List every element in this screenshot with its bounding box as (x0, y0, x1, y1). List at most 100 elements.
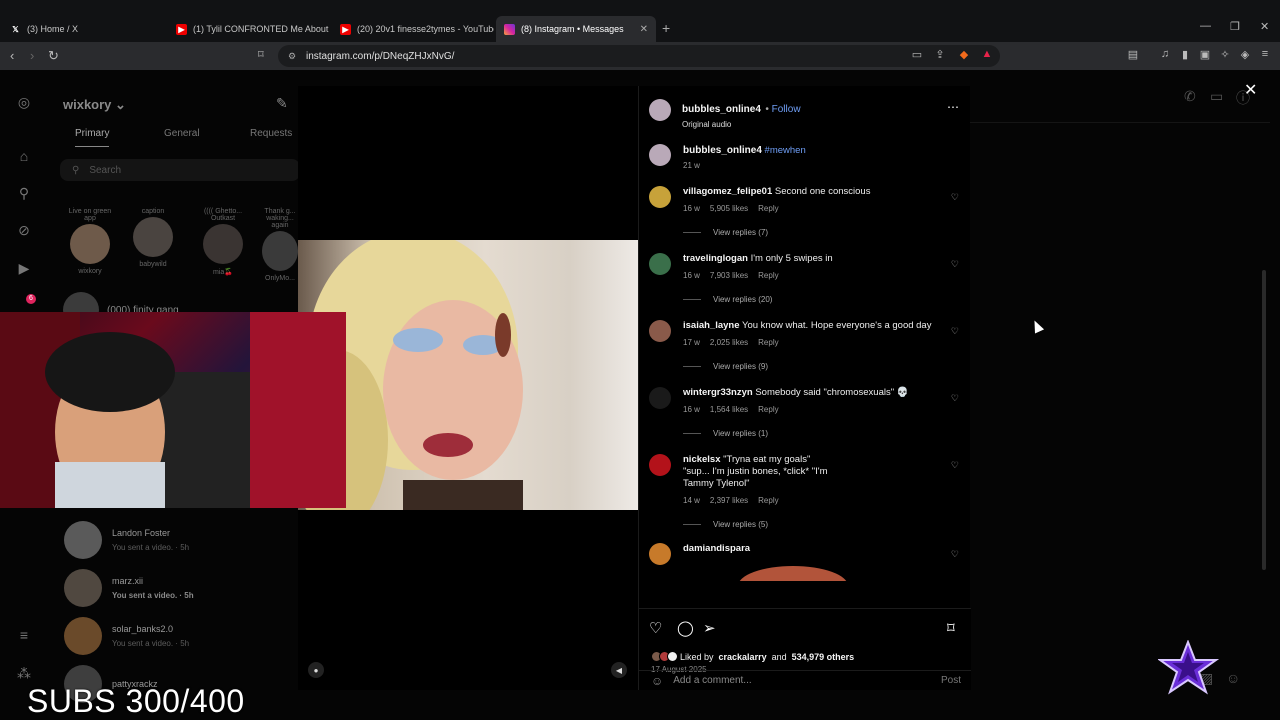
reply-button[interactable]: Reply (758, 337, 778, 349)
brave-rewards-icon[interactable]: ▲ (980, 48, 994, 62)
comment-author[interactable]: isaiah_layne (683, 320, 740, 331)
reply-button[interactable]: Reply (758, 270, 778, 282)
site-info-icon[interactable]: ⚙ (288, 51, 300, 62)
follow-button[interactable]: Follow (772, 104, 801, 115)
share-icon[interactable]: ⇪ (933, 48, 947, 62)
sidebar-icon[interactable]: ▮ (1178, 48, 1192, 62)
tab-instagram-messages[interactable]: (8) Instagram • Messages ✕ (496, 16, 656, 42)
comment-input[interactable]: Add a comment... (673, 675, 941, 686)
comment-author[interactable]: travelinglogan (683, 253, 748, 264)
reader-icon[interactable]: ▤ (1126, 48, 1140, 62)
brave-shield-icon[interactable]: ◆ (957, 48, 971, 62)
like-comment-icon[interactable]: ♡ (951, 393, 959, 404)
avatar[interactable] (649, 99, 671, 121)
more-options-icon[interactable]: ⋯ (947, 100, 959, 114)
liked-user[interactable]: crackalarry (719, 652, 767, 662)
note-item[interactable]: caption babywild (128, 208, 178, 268)
tab-general[interactable]: General (164, 128, 200, 139)
reply-button[interactable]: Reply (758, 203, 778, 215)
liked-others[interactable]: 534,979 others (792, 652, 855, 662)
liked-by[interactable]: Liked by crackalarry and 534,979 others (651, 651, 854, 662)
media-icon[interactable]: ♫ (1158, 48, 1172, 62)
also-from-meta-icon[interactable]: ⁂ (16, 665, 32, 681)
vpn-icon[interactable]: ◈ (1238, 48, 1252, 62)
note-item[interactable]: Thank g... waking... again OnlyMo... (260, 208, 300, 282)
close-tab-icon[interactable]: ✕ (634, 24, 648, 35)
like-icon[interactable]: ♡ (649, 619, 662, 637)
like-comment-icon[interactable]: ♡ (951, 326, 959, 337)
save-icon[interactable]: ⌑ (947, 619, 955, 637)
emoji-icon[interactable]: ☺ (651, 674, 663, 688)
home-icon[interactable]: ⌂ (16, 148, 32, 164)
reply-button[interactable]: Reply (758, 495, 778, 507)
instagram-logo-icon[interactable]: ◎ (16, 94, 32, 110)
post-comment-button[interactable]: Post (941, 675, 961, 686)
comment-likes[interactable]: 2,025 likes (710, 337, 748, 349)
view-replies-button[interactable]: View replies (5) (683, 520, 768, 529)
new-message-icon[interactable]: ✎ (276, 95, 288, 112)
avatar[interactable] (649, 186, 671, 208)
avatar[interactable] (649, 320, 671, 342)
comment-author[interactable]: damiandispara (683, 543, 750, 554)
comment-likes[interactable]: 1,564 likes (710, 404, 748, 416)
conversation-item[interactable]: solar_banks2.0 You sent a video. · 5h (64, 616, 300, 656)
note-item[interactable]: Live on green app wixkory (65, 208, 115, 275)
tab-youtube-finesse[interactable]: ▶ (20) 20v1 finesse2tymes - YouTube (332, 16, 494, 42)
view-replies-button[interactable]: View replies (9) (683, 362, 768, 371)
forward-icon[interactable]: › (30, 48, 34, 63)
new-tab-button[interactable]: + (662, 20, 670, 36)
conversation-item[interactable]: marz.xii You sent a video. · 5h (64, 568, 300, 608)
minimize-icon[interactable]: — (1200, 20, 1211, 32)
sticker-icon[interactable]: ☺ (1226, 670, 1240, 686)
cast-icon[interactable]: ▭ (910, 48, 924, 62)
like-comment-icon[interactable]: ♡ (951, 549, 959, 560)
search-input[interactable]: ⚲ Search (60, 159, 300, 181)
tab-x-home[interactable]: 𝕏 (3) Home / X (2, 16, 170, 42)
view-replies-button[interactable]: View replies (1) (683, 429, 768, 438)
tab-requests[interactable]: Requests (250, 128, 292, 139)
explore-icon[interactable]: ⊘ (16, 222, 32, 238)
comment-author[interactable]: villagomez_felipe01 (683, 186, 772, 197)
bookmark-icon[interactable]: ⌑ (258, 48, 264, 61)
comment-author[interactable]: wintergr33nzyn (683, 387, 753, 398)
note-item[interactable]: (((( Ghetto... Outkast mia🍒 (198, 208, 248, 276)
comment-author[interactable]: nickelsx (683, 454, 721, 465)
account-switcher[interactable]: wixkory ⌄ (63, 97, 126, 113)
audio-link[interactable]: Original audio (682, 120, 801, 129)
view-replies-button[interactable]: View replies (7) (683, 228, 768, 237)
back-icon[interactable]: ‹ (10, 48, 14, 63)
post-author[interactable]: bubbles_online4 (682, 104, 761, 115)
like-comment-icon[interactable]: ♡ (951, 192, 959, 203)
conversation-item[interactable]: Landon Foster You sent a video. · 5h (64, 520, 300, 560)
leo-icon[interactable]: ✧ (1218, 48, 1232, 62)
url-field[interactable]: ⚙ instagram.com/p/DNeqZHJxNvG/ (278, 45, 1000, 67)
tagged-users-icon[interactable]: ● (308, 662, 324, 678)
reels-icon[interactable]: ▶ (16, 260, 32, 276)
more-menu-icon[interactable]: ≡ (16, 627, 32, 643)
reply-button[interactable]: Reply (758, 404, 778, 416)
phone-icon[interactable]: ✆ (1184, 88, 1196, 105)
close-window-icon[interactable]: ✕ (1260, 20, 1269, 33)
comment-likes[interactable]: 2,397 likes (710, 495, 748, 507)
view-replies-button[interactable]: View replies (20) (683, 295, 772, 304)
scrollbar[interactable] (1262, 270, 1266, 570)
hashtag-link[interactable]: #mewhen (765, 145, 806, 156)
volume-icon[interactable]: ◀ (611, 662, 627, 678)
video-call-icon[interactable]: ▭ (1210, 88, 1223, 105)
close-post-icon[interactable]: ✕ (1244, 80, 1257, 100)
tab-youtube-tylil[interactable]: ▶ (1) Tylil CONFRONTED Me About Th (168, 16, 330, 42)
avatar[interactable] (649, 253, 671, 275)
caption-author[interactable]: bubbles_online4 (683, 145, 762, 156)
avatar[interactable] (649, 144, 671, 166)
search-icon[interactable]: ⚲ (16, 185, 32, 201)
restore-icon[interactable]: ❐ (1230, 20, 1240, 33)
menu-icon[interactable]: ≡ (1258, 48, 1272, 62)
like-comment-icon[interactable]: ♡ (951, 460, 959, 471)
like-comment-icon[interactable]: ♡ (951, 259, 959, 270)
avatar[interactable] (649, 543, 671, 565)
wallet-icon[interactable]: ▣ (1198, 48, 1212, 62)
tab-primary[interactable]: Primary (75, 128, 110, 147)
share-icon[interactable]: ➢ (703, 619, 716, 637)
comment-likes[interactable]: 7,903 likes (710, 270, 748, 282)
avatar[interactable] (649, 387, 671, 409)
